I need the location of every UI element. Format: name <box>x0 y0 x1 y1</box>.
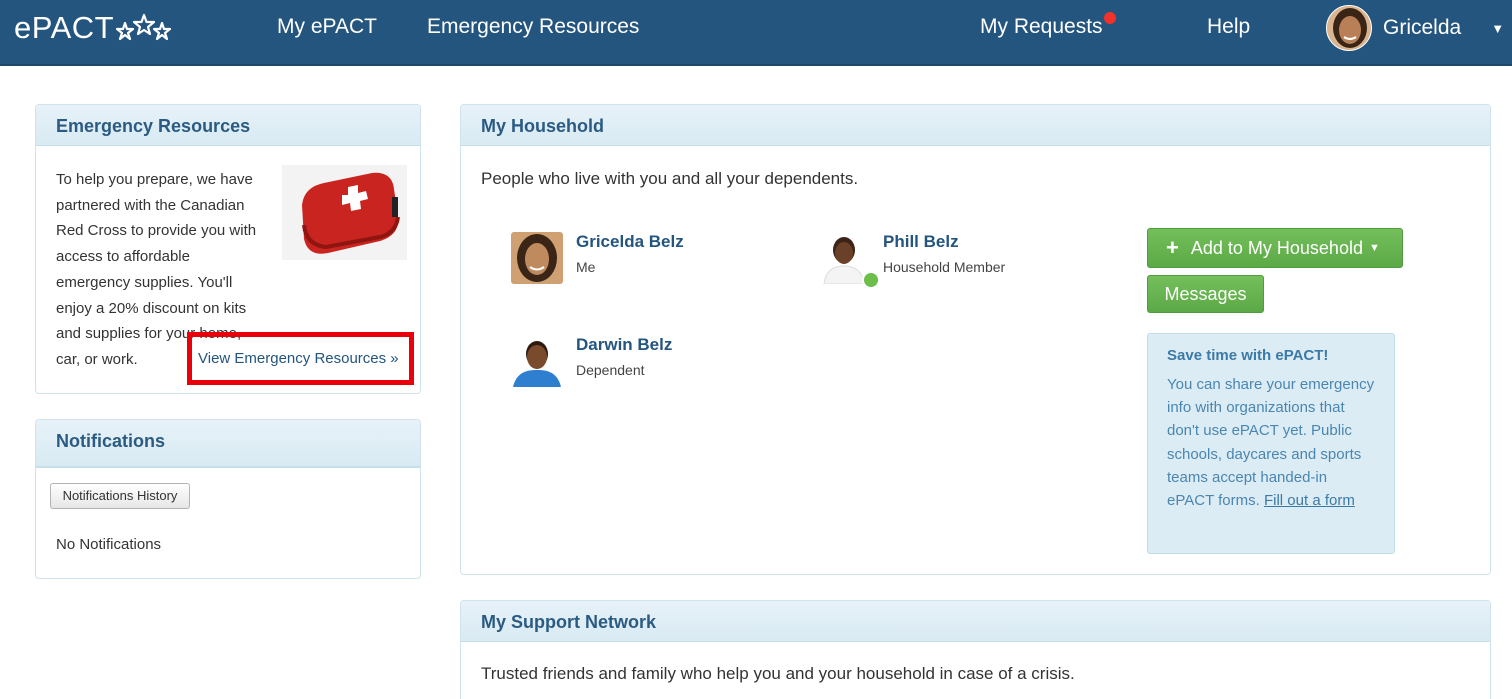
member-role: Me <box>576 259 596 275</box>
panel-title: Notifications <box>36 420 420 468</box>
nav-my-epact[interactable]: My ePACT <box>277 14 377 40</box>
user-name: Gricelda <box>1383 16 1462 39</box>
nav-emergency-resources[interactable]: Emergency Resources <box>427 14 639 40</box>
panel-title: My Household <box>461 105 1490 146</box>
add-to-household-button[interactable]: + Add to My Household ▼ <box>1147 228 1403 268</box>
support-network-description: Trusted friends and family who help you … <box>481 664 1075 683</box>
logo-text: ePACT <box>14 10 115 45</box>
requests-notification-dot <box>1104 12 1116 24</box>
stars-logo-icon <box>116 13 172 41</box>
panel-title: Emergency Resources <box>36 105 420 146</box>
member-avatar <box>511 335 563 387</box>
fill-out-form-link[interactable]: Fill out a form <box>1264 492 1355 509</box>
view-emergency-resources-link[interactable]: View Emergency Resources » <box>198 350 399 367</box>
household-member[interactable]: Phill Belz Household Member <box>818 232 1006 289</box>
member-avatar <box>818 232 880 289</box>
add-button-label: Add to My Household <box>1190 237 1363 258</box>
caret-down-icon: ▼ <box>1368 242 1380 254</box>
my-household-panel: My Household People who live with you an… <box>460 104 1491 575</box>
top-navbar: ePACT My ePACT Emergency Resources My Re… <box>0 0 1512 66</box>
member-role: Household Member <box>883 259 1006 275</box>
messages-button[interactable]: Messages <box>1147 275 1264 313</box>
household-member[interactable]: Gricelda Belz Me <box>511 232 684 284</box>
tip-body: You can share your emergency info with o… <box>1167 373 1375 512</box>
tip-text: You can share your emergency info with o… <box>1167 376 1375 510</box>
user-menu[interactable]: Gricelda ▼ <box>1326 5 1504 51</box>
member-role: Dependent <box>576 362 645 378</box>
chevron-down-icon: ▼ <box>1491 20 1505 36</box>
no-notifications-text: No Notifications <box>56 536 162 553</box>
notifications-history-button[interactable]: Notifications History <box>50 483 190 509</box>
plus-icon: + <box>1166 235 1179 260</box>
link-icon <box>862 271 880 289</box>
tip-title: Save time with ePACT! <box>1167 347 1329 364</box>
notifications-panel: Notifications Notifications History No N… <box>35 419 421 579</box>
support-network-panel: My Support Network Trusted friends and f… <box>460 600 1491 699</box>
save-time-tip: Save time with ePACT! You can share your… <box>1147 333 1395 554</box>
nav-help[interactable]: Help <box>1207 14 1250 40</box>
nav-my-requests[interactable]: My Requests <box>980 14 1103 40</box>
panel-title: My Support Network <box>461 601 1490 642</box>
member-name[interactable]: Gricelda Belz <box>576 232 684 252</box>
household-description: People who live with you and all your de… <box>481 169 859 188</box>
user-avatar <box>1326 5 1372 51</box>
emergency-resources-panel: Emergency Resources To help you prepare,… <box>35 104 421 394</box>
first-aid-kit-image <box>282 165 407 260</box>
household-member[interactable]: Darwin Belz Dependent <box>511 335 672 387</box>
member-name[interactable]: Darwin Belz <box>576 335 672 355</box>
member-avatar <box>511 232 563 284</box>
epact-logo[interactable]: ePACT <box>14 8 172 48</box>
member-name[interactable]: Phill Belz <box>883 232 1005 252</box>
